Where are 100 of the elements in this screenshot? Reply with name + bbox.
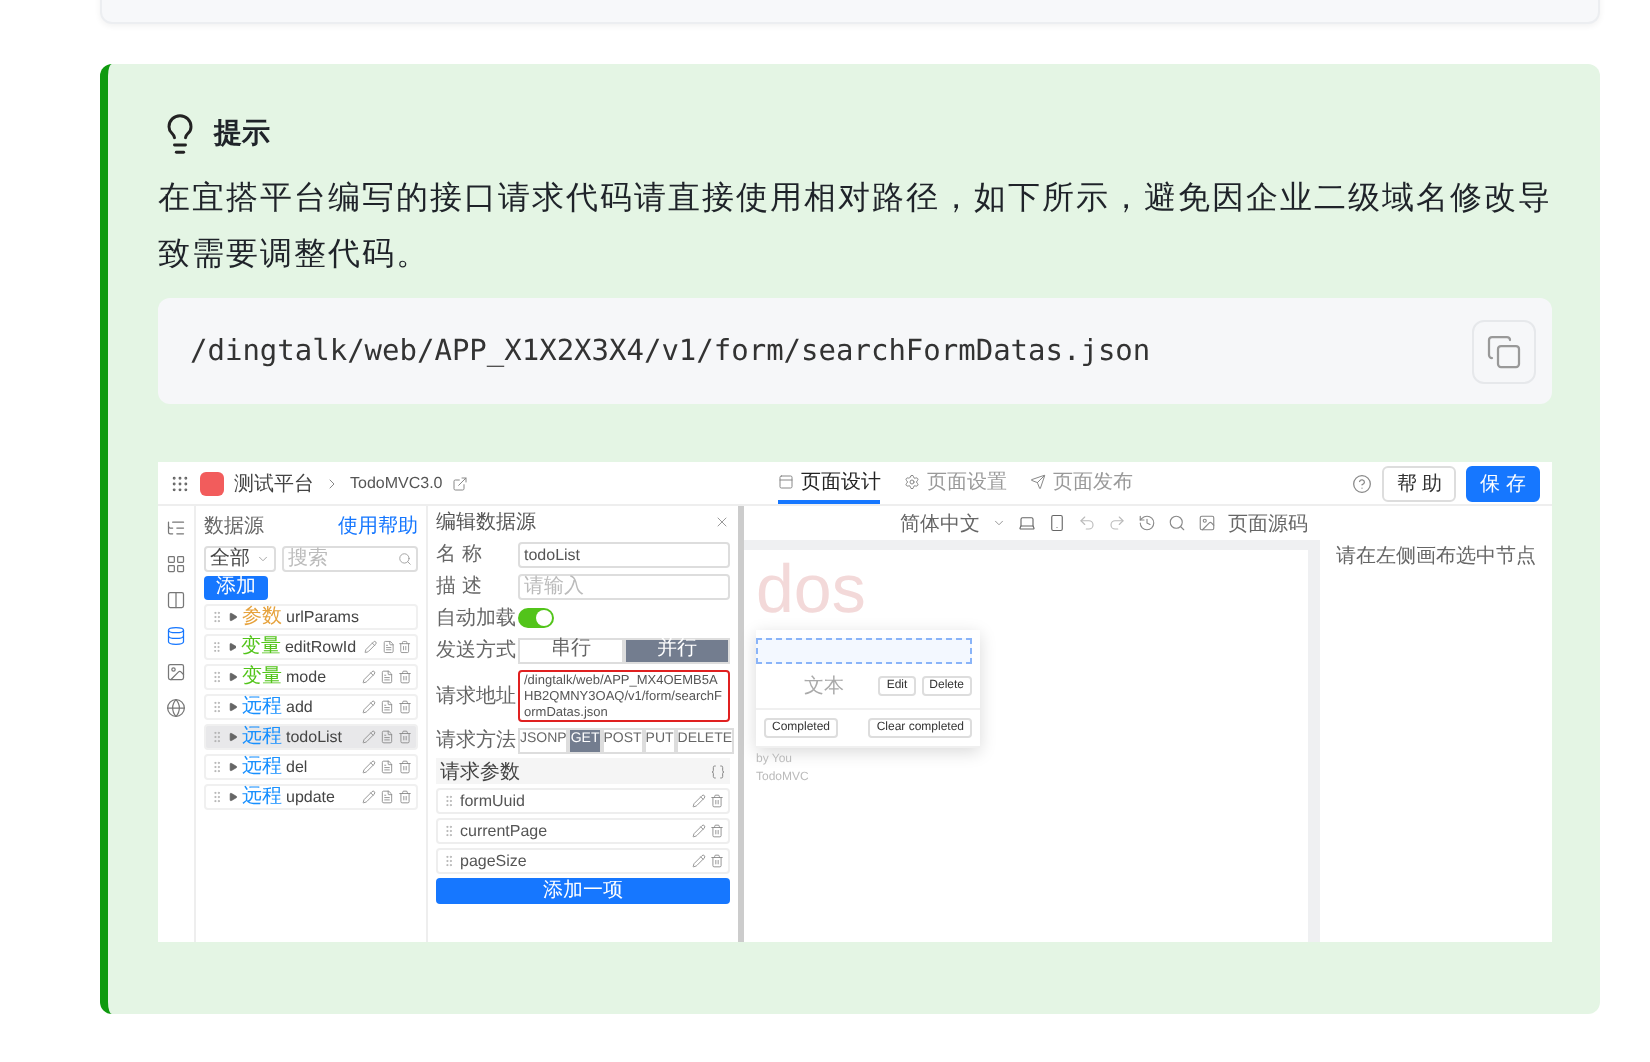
item-name: update: [286, 788, 335, 806]
code-icon: [710, 763, 726, 779]
type-tag: 变量: [242, 667, 282, 687]
send-mode-option[interactable]: 串行: [518, 637, 624, 663]
name-field[interactable]: todoList: [518, 541, 730, 567]
globe-icon[interactable]: [166, 698, 186, 718]
phone-icon: [1048, 514, 1066, 532]
tip-text: 在宜搭平台编写的接口请求代码请直接使用相对路径，如下所示，避免因企业二级域名修改导致需要调整代码。: [158, 179, 1552, 276]
settings-icon: [904, 473, 921, 489]
app-logo-icon: [200, 471, 224, 495]
edit-icon: [362, 730, 376, 744]
image-icon[interactable]: [166, 662, 186, 682]
datasource-item[interactable]: 变量 mode: [204, 664, 418, 690]
search-icon: [398, 551, 412, 565]
inspector-hint: 请在左侧画布选中节点: [1336, 543, 1536, 572]
type-tag: 远程: [242, 727, 282, 747]
copy-button[interactable]: [1472, 319, 1536, 383]
save-button[interactable]: 保 存: [1466, 465, 1540, 501]
help-link[interactable]: 使用帮助: [338, 512, 418, 540]
image-icon: [1198, 514, 1216, 532]
type-tag: 远程: [242, 787, 282, 807]
item-name: urlParams: [286, 608, 359, 626]
triangle-icon: [228, 762, 238, 772]
todo-input[interactable]: [756, 638, 972, 664]
triangle-icon: [227, 642, 237, 652]
source-button[interactable]: 页面源码: [1228, 509, 1308, 537]
layout-icon: [778, 473, 795, 489]
filter-select[interactable]: 全部: [204, 545, 276, 571]
triangle-icon: [228, 672, 238, 682]
edit-icon: [362, 760, 376, 774]
redo-icon: [1108, 514, 1126, 532]
autoload-toggle[interactable]: [518, 608, 554, 628]
type-tag: 远程: [242, 697, 282, 717]
edit-icon: [364, 640, 378, 654]
grid-icon[interactable]: [166, 554, 186, 574]
edit-icon: [692, 794, 706, 808]
add-item-button[interactable]: 添加一项: [436, 878, 730, 904]
triangle-icon: [228, 732, 238, 742]
datasource-item[interactable]: 远程 add: [204, 694, 418, 720]
delete-icon: [398, 790, 412, 804]
undo-icon: [1078, 514, 1096, 532]
field-label: 名 称: [436, 542, 484, 568]
delete-icon: [398, 670, 412, 684]
laptop-icon: [1018, 514, 1036, 532]
code-text: /dingtalk/web/APP_X1X2X3X4/v1/form/searchFormDatas.json: [190, 335, 1151, 367]
history-icon: [1138, 514, 1156, 532]
delete-icon: [398, 700, 412, 714]
type-tag: 远程: [242, 757, 282, 777]
item-name: todoList: [286, 728, 343, 746]
field-label: 自动加载: [436, 605, 512, 632]
help-button[interactable]: 帮 助: [1382, 465, 1457, 501]
item-name: del: [286, 758, 308, 776]
datasource-item[interactable]: 远程 update: [204, 784, 418, 810]
delete-icon: [398, 730, 412, 744]
params-header: 请求参数: [436, 758, 730, 784]
item-name: mode: [286, 668, 327, 686]
close-icon: [714, 513, 730, 529]
field-label: 描 述: [436, 573, 484, 600]
delete-icon: [398, 640, 413, 654]
datasource-item[interactable]: 变量 editRowId: [204, 634, 418, 660]
language-select[interactable]: 简体中文: [900, 509, 980, 537]
chevron-down-icon: [992, 516, 1006, 530]
chevron-icon: [324, 475, 340, 491]
triangle-icon: [228, 612, 238, 622]
item-name: add: [286, 698, 313, 716]
delete-icon: [710, 824, 724, 838]
edit-icon: [692, 824, 706, 838]
datasource-item[interactable]: 参数 urlParams: [204, 604, 418, 630]
app-name: 测试平台: [234, 471, 314, 497]
layout-icon[interactable]: [166, 590, 186, 610]
delete-icon: [710, 794, 724, 808]
tip-title: 提示: [214, 116, 270, 152]
outline-icon[interactable]: [166, 518, 186, 538]
help-icon: [1352, 473, 1373, 493]
type-tag: 变量: [240, 637, 281, 657]
field-label: 请求方法: [436, 727, 512, 754]
edit-icon: [362, 700, 376, 714]
datasource-item[interactable]: 远程 todoList: [204, 724, 418, 750]
datasource-item[interactable]: 远程 del: [204, 754, 418, 780]
item-text: 文本: [804, 673, 844, 700]
edit-icon: [362, 670, 376, 684]
add-button[interactable]: 添加: [204, 576, 268, 600]
param-row: currentPage: [436, 818, 730, 844]
send-mode-option[interactable]: 并行: [624, 637, 730, 663]
external-link-icon: [452, 475, 469, 491]
delete-icon: [398, 760, 412, 774]
triangle-icon: [228, 702, 238, 712]
param-row: pageSize: [436, 848, 730, 874]
chevron-down-icon: [256, 551, 270, 565]
grid-icon: [170, 473, 190, 493]
panel-title: 编辑数据源: [436, 509, 536, 535]
triangle-icon: [228, 792, 238, 802]
page-name: TodoMVC3.0: [350, 474, 443, 492]
send-icon: [1030, 473, 1047, 489]
field-label: 发送方式: [436, 637, 512, 664]
field-label: 请求地址: [436, 683, 512, 709]
database-icon[interactable]: [166, 626, 186, 646]
edit-icon: [362, 790, 376, 804]
edit-icon: [692, 854, 706, 868]
param-row: formUuid: [436, 788, 730, 814]
